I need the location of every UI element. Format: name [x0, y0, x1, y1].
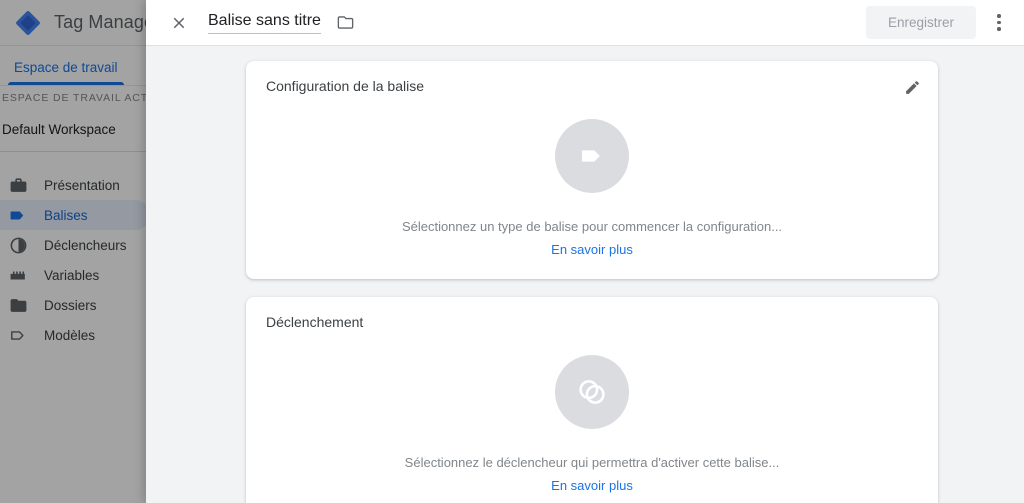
tag-placeholder-icon	[555, 119, 629, 193]
screen-root: Tag Manager Espace de travail Versions E…	[0, 0, 1024, 503]
empty-state-text: Sélectionnez un type de balise pour comm…	[401, 219, 783, 234]
pencil-icon[interactable]	[898, 73, 926, 101]
card-title: Configuration de la balise	[266, 78, 424, 94]
learn-more-link[interactable]: En savoir plus	[551, 478, 633, 493]
learn-more-link[interactable]: En savoir plus	[551, 242, 633, 257]
tag-configuration-card: Configuration de la balise Sélectionnez …	[246, 61, 938, 279]
card-title: Déclenchement	[266, 314, 364, 330]
empty-state-text: Sélectionnez le déclencheur qui permettr…	[404, 455, 780, 470]
trigger-placeholder-icon	[555, 355, 629, 429]
more-vert-icon[interactable]	[982, 6, 1016, 40]
empty-state: Sélectionnez le déclencheur qui permettr…	[266, 331, 918, 493]
modal-header: Balise sans titre Enregistrer	[146, 0, 1024, 46]
triggering-card: Déclenchement Sélectionnez le déclencheu…	[246, 297, 938, 503]
close-icon[interactable]	[162, 6, 196, 40]
folder-icon[interactable]	[335, 12, 357, 34]
empty-state: Sélectionnez un type de balise pour comm…	[266, 95, 918, 257]
modal-body: Configuration de la balise Sélectionnez …	[146, 46, 1024, 503]
tag-name-input[interactable]: Balise sans titre	[208, 11, 321, 34]
save-button[interactable]: Enregistrer	[865, 6, 976, 39]
tag-name-field-group: Balise sans titre	[208, 11, 357, 34]
tag-editor-modal: Balise sans titre Enregistrer Configurat…	[146, 0, 1024, 503]
